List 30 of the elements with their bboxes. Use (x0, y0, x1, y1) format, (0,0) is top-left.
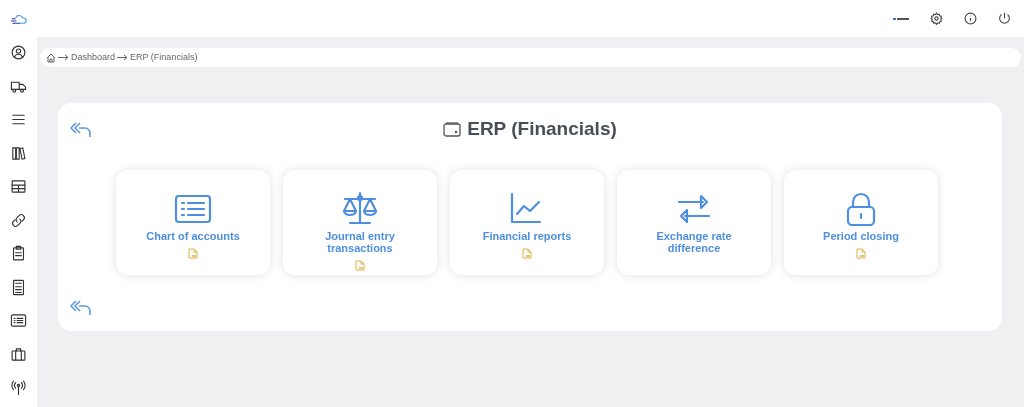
module-card[interactable]: Financial reports (450, 169, 604, 275)
module-card[interactable]: Journal entry transactions (283, 169, 437, 275)
back-icon[interactable] (70, 120, 92, 138)
wallet-icon (443, 121, 462, 137)
back-icon[interactable] (70, 298, 92, 316)
arrow-icon (58, 54, 69, 61)
link-icon[interactable] (10, 211, 27, 229)
card-label: Financial reports (481, 228, 573, 242)
scale-icon (340, 189, 380, 226)
briefcase-icon[interactable] (10, 345, 27, 363)
books-icon[interactable] (10, 144, 27, 162)
table-icon[interactable] (10, 178, 27, 196)
module-card[interactable]: Chart of accounts (116, 169, 270, 275)
module-card[interactable]: Period closing (784, 169, 938, 275)
info-icon[interactable] (964, 12, 977, 25)
breadcrumb-link[interactable]: Dashboard (71, 50, 116, 65)
list-icon[interactable] (10, 312, 27, 330)
antenna-icon[interactable] (10, 379, 27, 397)
card-label: Period closing (822, 228, 900, 242)
power-icon[interactable] (998, 12, 1011, 25)
user-icon[interactable] (10, 44, 27, 62)
clipboard-icon[interactable] (10, 245, 27, 263)
settings-icon[interactable] (930, 12, 943, 25)
home-icon[interactable] (46, 52, 56, 63)
module-card[interactable]: Exchange rate difference (617, 169, 771, 275)
card-label: Journal entry transactions (324, 228, 396, 254)
arrow-icon (117, 54, 129, 61)
card-label: Exchange rate difference (655, 228, 733, 254)
card-label: Chart of accounts (145, 228, 241, 242)
page-title: ERP (Financials) (467, 117, 617, 141)
